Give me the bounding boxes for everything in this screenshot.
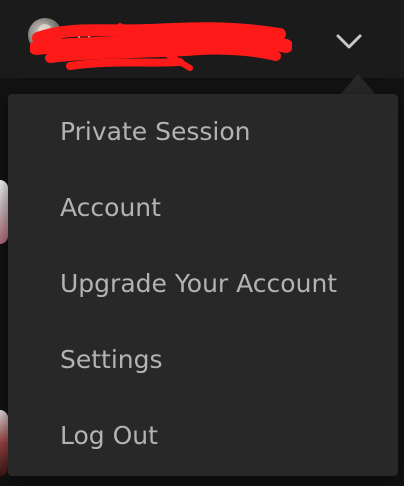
chevron-down-icon[interactable] [326,24,372,58]
user-name[interactable]: D [76,18,316,58]
menu-item-log-out[interactable]: Log Out [8,398,398,474]
dropdown-menu: Private Session Account Upgrade Your Acc… [8,94,398,476]
menu-item-upgrade-account[interactable]: Upgrade Your Account [8,246,398,322]
menu-item-settings[interactable]: Settings [8,322,398,398]
menu-item-private-session[interactable]: Private Session [8,94,398,170]
menu-item-account[interactable]: Account [8,170,398,246]
background-thumbnail [0,410,8,476]
avatar-image [32,24,58,52]
top-bar: D [0,0,404,78]
menu-caret [339,74,377,96]
background-thumbnail [0,180,8,244]
user-avatar[interactable] [28,18,62,52]
